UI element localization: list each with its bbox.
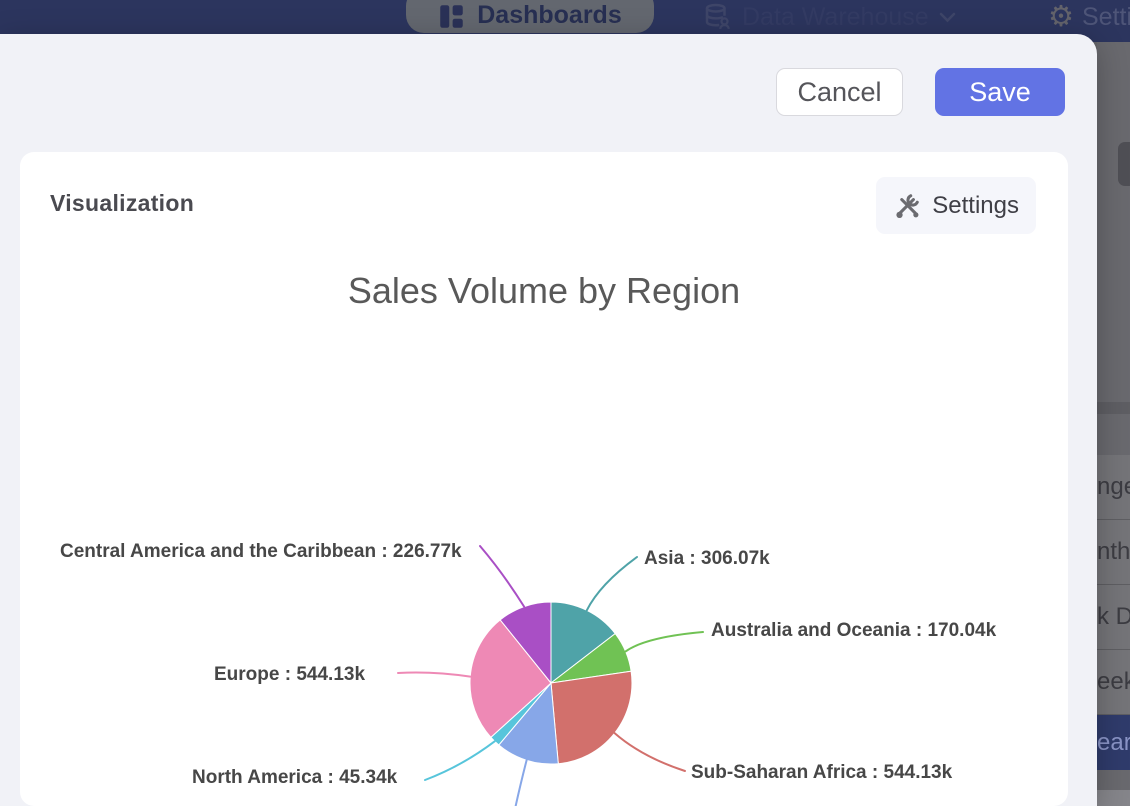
- chevron-down-icon: [939, 12, 956, 23]
- underlay-list-item: eek: [1097, 650, 1130, 715]
- gear-icon: ⚙: [1048, 3, 1074, 32]
- data-warehouse-icon: [702, 2, 732, 32]
- card-title: Visualization: [50, 190, 194, 217]
- nav-item-dashboards[interactable]: Dashboards: [406, 0, 654, 33]
- underlay-list-item-text: ear: [1097, 729, 1130, 757]
- nav-label-settings: Settings: [1082, 3, 1130, 32]
- cancel-button[interactable]: Cancel: [776, 68, 903, 116]
- nav-label-dashboards: Dashboards: [477, 1, 621, 30]
- underlay-list-item-text: k D: [1097, 603, 1130, 631]
- visualization-card: Visualization Settings Sales Volume by R…: [20, 152, 1068, 806]
- underlay-dropdown-list: nge nth k D eek ear: [1097, 455, 1130, 770]
- underlay-bottom: [1097, 790, 1130, 806]
- nav-item-settings[interactable]: ⚙ Settings: [1048, 0, 1130, 34]
- nav-label-data-warehouse: Data Warehouse: [742, 3, 929, 32]
- nav-item-data-warehouse[interactable]: Data Warehouse: [702, 0, 956, 34]
- save-button[interactable]: Save: [935, 68, 1065, 116]
- chart-settings-label: Settings: [932, 192, 1019, 220]
- tools-icon: [893, 192, 921, 220]
- underlay-list-item: k D: [1097, 585, 1130, 650]
- underlay-band: [1097, 402, 1130, 414]
- chart-settings-button[interactable]: Settings: [876, 177, 1036, 234]
- underlay-list-item-text: nth: [1097, 538, 1130, 566]
- underlay-list-item-selected: ear: [1097, 715, 1130, 770]
- underlay-list-item: nth: [1097, 520, 1130, 585]
- underlay-dark-button-fragment: [1118, 142, 1130, 186]
- underlay-list-item: nge: [1097, 455, 1130, 520]
- edit-visualization-modal: Cancel Save Visualization Settings Sales…: [0, 34, 1097, 806]
- underlay-page-strip: nge nth k D eek ear: [1097, 42, 1130, 806]
- dashboard-icon: [438, 3, 465, 30]
- underlay-list-item-text: nge: [1097, 473, 1130, 501]
- chart-title: Sales Volume by Region: [20, 270, 1068, 312]
- underlay-list-item-text: eek: [1097, 668, 1130, 696]
